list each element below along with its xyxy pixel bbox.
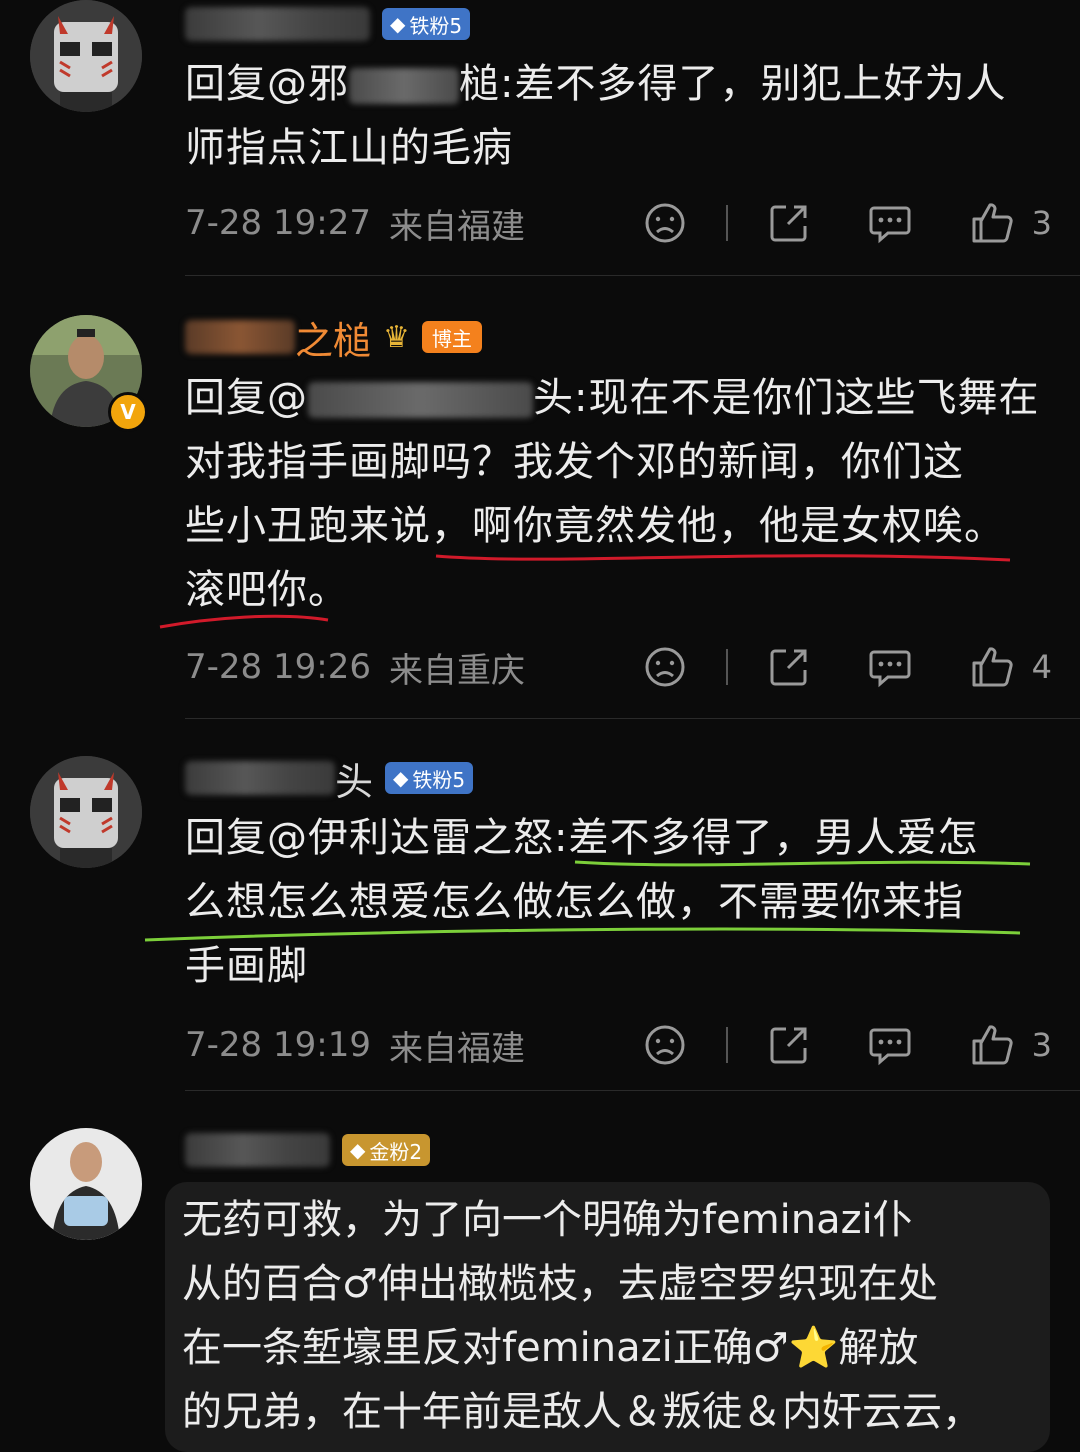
diamond-icon: ◆: [350, 1138, 366, 1162]
divider: [725, 1027, 728, 1063]
like-count: 3: [1031, 204, 1052, 242]
username-visible: 之槌: [295, 318, 372, 363]
like-button[interactable]: 4: [970, 645, 1052, 689]
comment-actions: 4: [644, 642, 1052, 692]
avatar-image: [30, 0, 142, 112]
like-button[interactable]: 3: [970, 1023, 1052, 1067]
comment-text: 回复@伊利达雷之怒:差不多得了，男人爱怎 么想怎么想爱怎么做怎么做，不需要你来指…: [185, 806, 1055, 998]
comment-line: 么想怎么想爱怎么做怎么做，不需要你来指: [185, 879, 964, 925]
share-button[interactable]: [768, 202, 810, 244]
thumbs-up-icon: [972, 1025, 1013, 1065]
fan-badge[interactable]: ◆ 金粉2: [342, 1134, 431, 1166]
timestamp: 7-28 19:27: [185, 203, 371, 243]
comment-line: 从的百合♂伸出橄榄枝，去虚空罗织现在处: [182, 1261, 938, 1307]
comment-line: 师指点江山的毛病: [185, 125, 513, 171]
thumbs-up-icon: [972, 203, 1013, 243]
comment-text: 无药可救，为了向一个明确为feminazi仆 从的百合♂伸出橄榄枝，去虚空罗织现…: [182, 1188, 1052, 1444]
reply-button[interactable]: [868, 646, 912, 688]
share-icon: [770, 1027, 807, 1064]
username-visible: 头: [335, 759, 374, 804]
username[interactable]: 头: [185, 751, 373, 806]
blogger-badge[interactable]: 博主: [421, 321, 482, 353]
location: 来自重庆: [388, 650, 525, 691]
comment-line: 无药可救，为了向一个明确为feminazi仆: [182, 1197, 913, 1243]
comment-text: 回复@ 头:现在不是你们这些飞舞在 对我指手画脚吗？我发个邓的新闻，你们这 些小丑…: [185, 366, 1055, 622]
avatar[interactable]: [30, 1128, 142, 1240]
like-count: 4: [1031, 648, 1052, 686]
location: 来自福建: [388, 1028, 525, 1069]
comment-icon: [869, 206, 911, 244]
blurred-username: [185, 761, 335, 795]
comment-actions: 3: [644, 1020, 1052, 1070]
share-icon: [770, 649, 807, 686]
comment-line: 的兄弟，在十年前是敌人＆叛徒＆内奸云云，: [182, 1389, 982, 1435]
timestamp: 7-28 19:26: [185, 647, 371, 687]
comment-actions: 3: [644, 198, 1052, 248]
blurred-username[interactable]: [185, 7, 370, 41]
divider: [725, 205, 728, 241]
dislike-button[interactable]: [644, 646, 686, 688]
avatar-image: [30, 756, 142, 868]
verified-badge-icon: V: [108, 392, 148, 432]
timestamp: 7-28 19:19: [185, 1025, 371, 1065]
diamond-icon: ◆: [393, 766, 409, 790]
comment-author: ◆ 金粉2: [185, 1126, 431, 1174]
comment-line: 回复@伊利达雷之怒:差不多得了，男人爱怎: [185, 815, 979, 861]
share-button[interactable]: [768, 646, 810, 688]
dislike-button[interactable]: [644, 1024, 686, 1066]
like-button[interactable]: 3: [970, 201, 1052, 245]
comment-line-text: 槌:差不多得了，别犯上好为人: [459, 61, 1007, 107]
comment-line: 滚吧你。: [185, 567, 349, 613]
share-button[interactable]: [768, 1024, 810, 1066]
crown-icon: ♛: [383, 319, 410, 355]
comment-line: 对我指手画脚吗？我发个邓的新闻，你们这: [185, 439, 964, 485]
separator: [185, 1090, 1080, 1091]
comment-author: ◆ 铁粉5: [185, 0, 471, 48]
blurred-mention: [308, 382, 533, 418]
blurred-mention: [349, 68, 459, 104]
comment-line-text: 头:现在不是你们这些飞舞在: [533, 375, 1040, 421]
share-icon: [770, 205, 807, 242]
reply-mention[interactable]: 回复@: [185, 375, 308, 421]
dislike-button[interactable]: [644, 202, 686, 244]
username[interactable]: 之槌: [185, 310, 371, 365]
comment-icon: [869, 650, 911, 688]
avatar[interactable]: [30, 0, 142, 112]
sad-face-icon: [645, 647, 685, 687]
comment-line: 些小丑跑来说，啊你竟然发他，他是女权唉。: [185, 503, 1005, 549]
blurred-username[interactable]: [185, 1133, 330, 1167]
like-count: 3: [1031, 1026, 1052, 1064]
reply-button[interactable]: [868, 202, 912, 244]
avatar-image: [30, 1128, 142, 1240]
comment-line: 在一条堑壕里反对feminazi正确♂⭐解放: [182, 1325, 919, 1371]
fan-badge[interactable]: ◆ 铁粉5: [385, 762, 474, 794]
separator: [185, 718, 1080, 719]
sad-face-icon: [645, 1025, 685, 1065]
location: 来自福建: [388, 206, 525, 247]
blurred-username: [185, 320, 295, 354]
diamond-icon: ◆: [390, 12, 406, 36]
separator: [185, 275, 1080, 276]
comment-icon: [869, 1028, 911, 1066]
sad-face-icon: [645, 203, 685, 243]
comment-text: 回复@邪 槌:差不多得了，别犯上好为人 师指点江山的毛病: [185, 52, 1055, 180]
comment-line: 手画脚: [185, 943, 308, 989]
reply-button[interactable]: [868, 1024, 912, 1066]
comment-author: 头 ◆ 铁粉5: [185, 754, 474, 804]
comment-author: 之槌 ♛ 博主: [185, 313, 482, 363]
divider: [725, 649, 728, 685]
reply-mention[interactable]: 回复@邪: [185, 61, 349, 107]
fan-badge[interactable]: ◆ 铁粉5: [382, 8, 471, 40]
comment-line: 回复@邪 槌:差不多得了，别犯上好为人: [185, 52, 1055, 116]
thumbs-up-icon: [972, 647, 1013, 687]
avatar[interactable]: [30, 756, 142, 868]
comment-line: 回复@ 头:现在不是你们这些飞舞在: [185, 366, 1055, 430]
